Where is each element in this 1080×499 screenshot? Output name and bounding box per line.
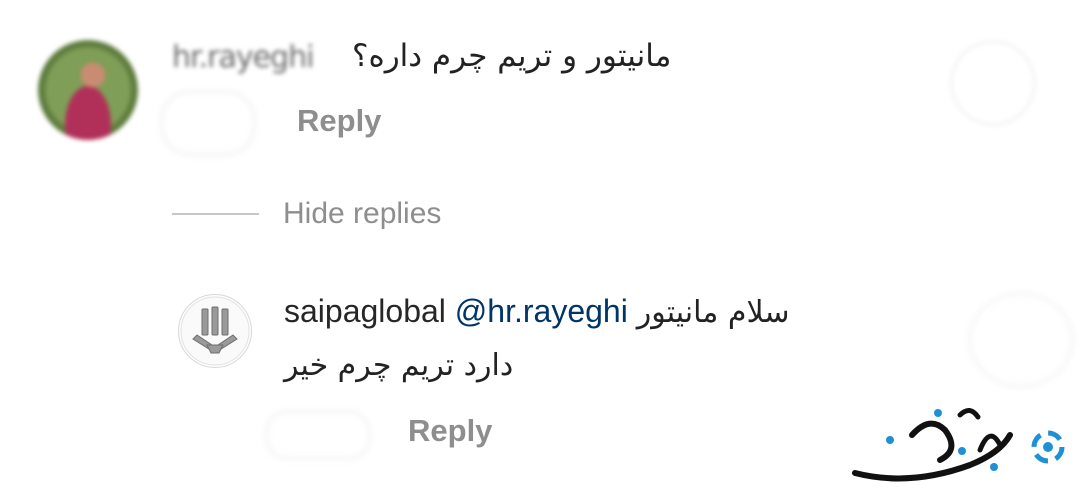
- commenter-username[interactable]: hr.rayeghi: [172, 40, 314, 75]
- reply-like-icon[interactable]: [968, 292, 1074, 388]
- like-heart-icon[interactable]: [160, 90, 256, 156]
- commenter-avatar[interactable]: [38, 40, 138, 140]
- hide-replies-button[interactable]: Hide replies: [283, 197, 441, 231]
- watermark-logo: [850, 395, 1078, 495]
- reply-username[interactable]: saipaglobal: [284, 293, 446, 329]
- reply-reply-button[interactable]: Reply: [408, 413, 492, 449]
- saipa-avatar[interactable]: [178, 294, 252, 368]
- reply-like-heart-icon[interactable]: [265, 410, 371, 460]
- replies-divider: [172, 213, 259, 215]
- reply-mention[interactable]: @hr.rayeghi: [455, 293, 628, 329]
- comment-text: مانیتور و تریم چرم داره؟: [352, 38, 672, 74]
- reply-text-line2: دارد تریم چرم خیر: [284, 348, 514, 383]
- comment-reply-button[interactable]: Reply: [297, 103, 381, 139]
- reply-text-start: سلام مانیتور: [636, 295, 790, 330]
- saipa-logo-icon: [180, 296, 250, 366]
- reply-text-line1: saipaglobal @hr.rayeghi سلام مانیتور: [284, 293, 790, 330]
- comment-like-icon[interactable]: [950, 40, 1036, 126]
